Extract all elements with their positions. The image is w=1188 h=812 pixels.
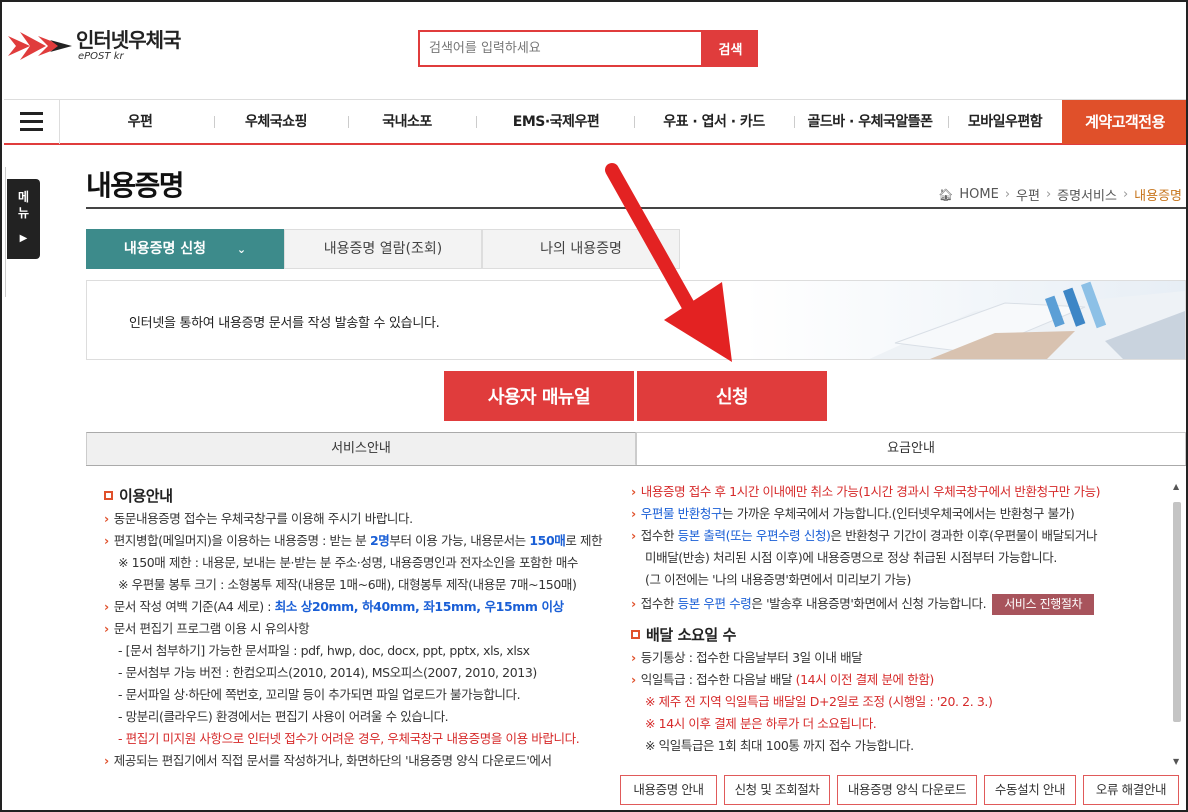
breadcrumb-current: 내용증명 — [1134, 189, 1182, 204]
delivery-line: 등기통상 : 접수한 다음날부터 3일 이내 배달 — [631, 647, 1166, 669]
breadcrumb: 🏠︎ HOME › 우편 › 증명서비스 › 내용증명 — [938, 185, 1182, 204]
service-info-panel: 이용안내 동문내용증명 접수는 우체국창구를 이용해 주시기 바랍니다. 편지병… — [86, 465, 1186, 771]
guide-subline: - 문서파일 상·하단에 쪽번호, 꼬리말 등이 추가되면 파일 업로드가 불가… — [118, 687, 521, 702]
chevron-right-icon: ▶ — [19, 233, 28, 244]
tab-apply[interactable]: 내용증명 신청 ⌄ — [86, 229, 284, 269]
side-menu-tab[interactable]: 메뉴 ▶ — [7, 179, 40, 259]
side-divider — [5, 167, 6, 297]
search-input[interactable] — [418, 30, 703, 67]
service-procedure-button[interactable]: 서비스 진행절차 — [992, 594, 1095, 615]
footer-buttons: 내용증명 안내 신청 및 조회절차 내용증명 양식 다운로드 수동설치 안내 오… — [620, 775, 1179, 805]
notice-line: 접수한 등본 출력(또는 우편수령 신청)은 반환청구 기간이 경과한 이후(우… — [631, 525, 1166, 547]
tab-service-info[interactable]: 서비스안내 — [86, 432, 636, 466]
guide-line: 문서 편집기 프로그램 이용 시 유의사항 — [104, 618, 626, 640]
copy-print-link[interactable]: 등본 출력(또는 우편수령 신청) — [678, 528, 831, 543]
main-nav: 우편 우체국쇼핑 국내소포 EMS·국제우편 우표 · 엽서 · 카드 골드바 … — [4, 99, 1186, 145]
delivery-note: ※ 14시 이후 결제 분은 하루가 더 소요됩니다. — [645, 716, 877, 731]
guide-note: ※ 우편물 봉투 크기 : 소형봉투 제작(내용문 1매~6매), 대형봉투 제… — [118, 577, 577, 592]
tab-label: 내용증명 신청 — [123, 241, 207, 257]
section-heading: 이용안내 — [104, 484, 626, 506]
intro-banner: 인터넷을 통하여 내용증명 문서를 작성 발송할 수 있습니다. — [86, 280, 1186, 360]
banner-illustration — [745, 281, 1185, 359]
scroll-up-icon[interactable]: ▲ — [1173, 482, 1179, 491]
guide-warning: - 편집기 미지원 사항으로 인터넷 접수가 어려운 경우, 우체국창구 내용증… — [118, 731, 580, 746]
copy-receive-link[interactable]: 등본 우편 수령 — [678, 596, 752, 611]
service-notes: 내용증명 접수 후 1시간 이내에만 취소 가능(1시간 경과시 우체국창구에서… — [631, 481, 1166, 757]
chevron-down-icon: ⌄ — [236, 243, 247, 256]
tab-my-certifications[interactable]: 나의 내용증명 — [482, 229, 680, 269]
scroll-thumb[interactable] — [1173, 502, 1181, 722]
tab-view[interactable]: 내용증명 열람(조회) — [284, 229, 482, 269]
section-heading: 배달 소요일 수 — [631, 623, 1166, 645]
notice-line: 접수한 등본 우편 수령은 '발송후 내용증명'화면에서 신청 가능합니다.서비… — [631, 591, 1166, 617]
guide-line: 동문내용증명 접수는 우체국창구를 이용해 주시기 바랍니다. — [104, 508, 626, 530]
nav-item-domestic-parcel[interactable]: 국내소포 — [362, 100, 452, 144]
square-bullet-icon — [104, 490, 113, 500]
browser-viewport: 인터넷우체국 ePOST kr 검색 우편 우체국쇼핑 국내소포 EMS·국제우… — [0, 0, 1188, 812]
epost-logo-icon — [8, 32, 72, 60]
usage-guide: 이용안내 동문내용증명 접수는 우체국창구를 이용해 주시기 바랍니다. 편지병… — [104, 484, 626, 771]
guide-line: 편지병합(메일머지)을 이용하는 내용증명 : 받는 분 2명부터 이용 가능,… — [104, 530, 626, 552]
chevron-right-icon: › — [1045, 187, 1052, 202]
delivery-note: ※ 제주 전 지역 익일특급 배달일 D+2일로 조정 (시행일 : '20. … — [645, 694, 993, 709]
square-bullet-icon — [631, 629, 640, 639]
user-manual-button[interactable]: 사용자 매뉴얼 — [444, 371, 634, 421]
tab-fee-info[interactable]: 요금안내 — [636, 432, 1186, 466]
logo-name-english: ePOST kr — [78, 51, 124, 62]
breadcrumb-item[interactable]: 증명서비스 — [1057, 185, 1117, 204]
nav-item-goldbar-phone[interactable]: 골드바 · 우체국알뜰폰 — [800, 100, 940, 144]
manual-install-button[interactable]: 수동설치 안내 — [984, 775, 1076, 805]
home-icon: 🏠︎ — [938, 187, 954, 202]
nav-item-mobile-mailbox[interactable]: 모바일우편함 — [956, 100, 1054, 144]
guide-subline: - 문서첨부 가능 버전 : 한컴오피스(2010, 2014), MS오피스(… — [118, 665, 537, 680]
notice-line: 미배달(반송) 처리된 시점 이후)에 내용증명으로 정상 취급된 시점부터 가… — [645, 550, 1057, 565]
notice-line: 내용증명 접수 후 1시간 이내에만 취소 가능(1시간 경과시 우체국창구에서… — [631, 481, 1166, 503]
chevron-right-icon: › — [1122, 187, 1129, 202]
guide-note: ※ 150매 제한 : 내용문, 보내는 분·받는 분 주소·성명, 내용증명인… — [118, 555, 579, 570]
content-tabs: 내용증명 신청 ⌄ 내용증명 열람(조회) 나의 내용증명 — [86, 229, 680, 269]
apply-procedure-button[interactable]: 신청 및 조회절차 — [724, 775, 830, 805]
nav-item-stamps[interactable]: 우표 · 엽서 · 카드 — [644, 100, 784, 144]
intro-text: 인터넷을 통하여 내용증명 문서를 작성 발송할 수 있습니다. — [129, 316, 440, 331]
title-underline — [86, 207, 1186, 209]
breadcrumb-home[interactable]: HOME — [959, 187, 998, 202]
site-logo[interactable]: 인터넷우체국 ePOST kr — [8, 28, 181, 64]
guide-subline: - 망분리(클라우드) 환경에서는 편집기 사용이 어려울 수 있습니다. — [118, 709, 449, 724]
side-menu-label: 메뉴 — [17, 190, 30, 220]
delivery-note: ※ 익일특급은 1회 최대 100통 까지 접수 가능합니다. — [645, 738, 914, 753]
logo-name-korean: 인터넷우체국 — [76, 28, 181, 52]
apply-button[interactable]: 신청 — [637, 371, 827, 421]
nav-item-mail[interactable]: 우편 — [100, 100, 180, 144]
guide-line: 문서 작성 여백 기준(A4 세로) : 최소 상20mm, 하40mm, 좌1… — [104, 596, 626, 618]
scrollbar[interactable]: ▲ ▼ — [1172, 482, 1182, 766]
guide-line: 제공되는 편집기에서 직접 문서를 작성하거나, 화면하단의 '내용증명 양식 … — [104, 750, 626, 771]
form-download-button[interactable]: 내용증명 양식 다운로드 — [837, 775, 977, 805]
return-claim-link[interactable]: 우편물 반환청구 — [641, 506, 723, 521]
error-help-button[interactable]: 오류 해결안내 — [1083, 775, 1179, 805]
search-bar: 검색 — [418, 30, 758, 67]
chevron-right-icon: › — [1004, 187, 1011, 202]
scroll-down-icon[interactable]: ▼ — [1173, 757, 1179, 766]
service-tabs: 서비스안내 요금안내 — [86, 432, 1186, 466]
nav-item-ems[interactable]: EMS·국제우편 — [490, 100, 622, 144]
guide-subline: - [문서 첨부하기] 가능한 문서파일 : pdf, hwp, doc, do… — [118, 643, 530, 658]
notice-line: 우편물 반환청구는 가까운 우체국에서 가능합니다.(인터넷우체국에서는 반환청… — [631, 503, 1166, 525]
search-button[interactable]: 검색 — [703, 30, 758, 67]
hamburger-menu-icon[interactable] — [4, 99, 60, 144]
notice-line: (그 이전에는 '나의 내용증명'화면에서 미리보기 가능) — [645, 572, 911, 587]
page-title: 내용증명 — [86, 169, 185, 202]
breadcrumb-item[interactable]: 우편 — [1016, 185, 1040, 204]
nav-contract-customer[interactable]: 계약고객전용 — [1062, 100, 1186, 144]
certification-guide-button[interactable]: 내용증명 안내 — [620, 775, 717, 805]
nav-item-shopping[interactable]: 우체국쇼핑 — [226, 100, 326, 144]
delivery-line: 익일특급 : 접수한 다음날 배달 (14시 이전 결제 분에 한함) — [631, 669, 1166, 691]
